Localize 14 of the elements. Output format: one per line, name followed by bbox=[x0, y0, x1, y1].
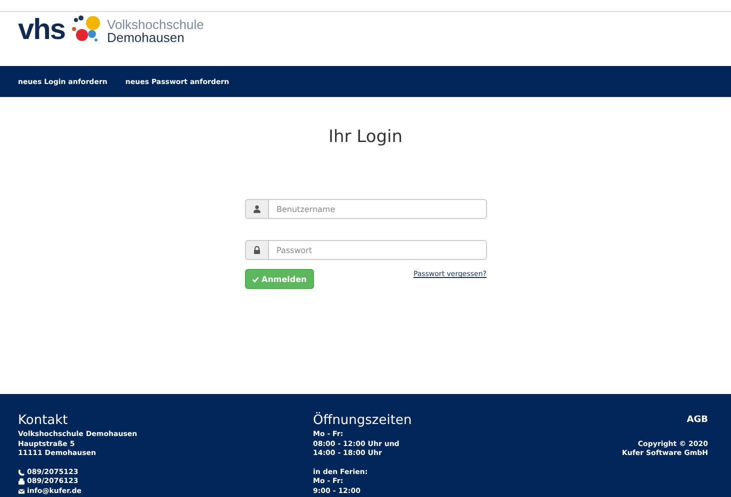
input-field[interactable]: Passwort bbox=[268, 240, 486, 260]
user-icon bbox=[252, 205, 260, 213]
fax-icon bbox=[18, 478, 25, 486]
footer-heading: Kontakt bbox=[18, 413, 69, 429]
lock-icon bbox=[252, 246, 260, 254]
checkmark-icon bbox=[252, 276, 258, 282]
input-field[interactable]: Benutzername bbox=[268, 199, 486, 219]
page-title: Ihr Login bbox=[328, 127, 403, 147]
logo-subtitle: Demohausen bbox=[106, 31, 186, 44]
logo-subtitle: Volkshochschule bbox=[106, 18, 204, 31]
phone-icon bbox=[18, 468, 25, 476]
logo-text: vhs bbox=[18, 15, 65, 45]
footer-heading: Öffnungszeiten bbox=[313, 413, 413, 429]
agb-link[interactable]: AGB bbox=[686, 416, 708, 426]
